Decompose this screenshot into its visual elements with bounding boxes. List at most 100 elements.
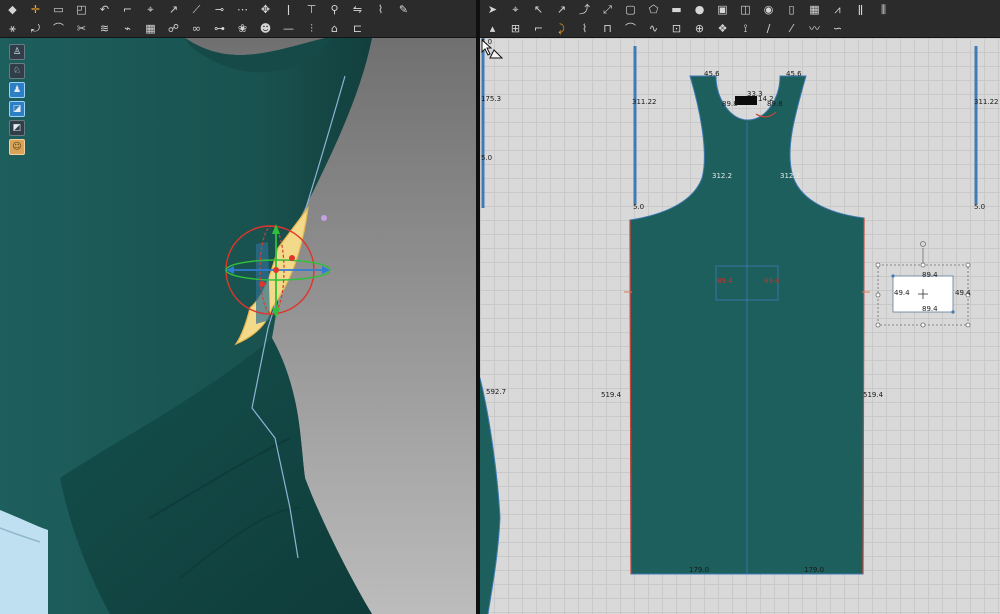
viewport-3d[interactable]: ♙ ♘ ♟ ◪ ◩ ☺ xyxy=(0,38,476,614)
measure-label: 89.4 xyxy=(922,305,938,313)
rectangle-icon[interactable]: ▢ xyxy=(622,2,639,17)
fold-icon[interactable]: ↶ xyxy=(96,2,113,17)
curve-line-icon[interactable]: 〰 xyxy=(806,21,823,36)
garment-icon[interactable]: ♙ xyxy=(9,44,25,60)
rotate-piece-icon[interactable]: ⤾ xyxy=(27,21,44,36)
tack-icon[interactable]: ⌐ xyxy=(119,2,136,17)
measure-label: 49.4 xyxy=(894,289,910,297)
measure-label: 5.0 xyxy=(633,203,645,211)
internal-circle-icon[interactable]: ◉ xyxy=(760,2,777,17)
select-mesh-icon[interactable]: ◰ xyxy=(73,2,90,17)
mirror-icon[interactable]: ⇋ xyxy=(349,2,366,17)
avatar-pose-icon[interactable]: ✥ xyxy=(257,2,274,17)
steam-icon[interactable]: ⌇ xyxy=(372,2,389,17)
button-icon[interactable]: ⚲ xyxy=(326,2,343,17)
measure-icon[interactable]: ⟋ xyxy=(188,2,205,17)
cut-icon[interactable]: ⤢ xyxy=(599,2,616,17)
arrange-icon[interactable]: ⌇ xyxy=(576,21,593,36)
free-sew-icon[interactable]: ∿ xyxy=(645,21,662,36)
hang-icon[interactable]: ⌒ xyxy=(50,21,67,36)
garment-3d-render[interactable] xyxy=(0,38,476,614)
bar-icon[interactable]: — xyxy=(280,21,297,36)
zigzag-icon[interactable]: ⩘ xyxy=(829,2,846,17)
measure-label: 311.22 xyxy=(632,98,657,106)
move-down-icon[interactable]: ◆ xyxy=(4,2,21,17)
ruler-icon[interactable]: ⊏ xyxy=(349,21,366,36)
pencil-icon[interactable]: ✎ xyxy=(395,2,412,17)
garment-outline-icon[interactable]: ♘ xyxy=(9,63,25,79)
walk-icon[interactable]: ⚹ xyxy=(4,21,21,36)
measure-label: 179.0 xyxy=(804,566,825,574)
toolbar-2d-window: ➤ ⌖ ↖ ↗ ⤴ ⤢ ▢ ⬠ ▬ ● ▣ ◫ ◉ ▯ ▦ ⩘ ǁ ⫼ ▴ ⊞ ⌐ ⤸ ⌇ ⊓ ⌒ ∿ ⊡ ⊕ ❖ ⟟ ∕ ⁄ 〰 ∽ xyxy=(480,0,1000,38)
flower-icon[interactable]: ❀ xyxy=(234,21,251,36)
measure-label: 519.4 xyxy=(601,391,622,399)
knot-icon[interactable]: ❖ xyxy=(714,21,731,36)
trace-icon[interactable]: ▴ xyxy=(484,21,501,36)
texture-icon[interactable]: ◪ xyxy=(9,101,25,117)
pleat-icon[interactable]: ⫼ xyxy=(875,2,892,17)
pin-icon[interactable]: ⌖ xyxy=(142,2,159,17)
curve-point-icon[interactable]: ↖ xyxy=(530,2,547,17)
drape-icon[interactable]: ≋ xyxy=(96,21,113,36)
diagonal-line-icon[interactable]: ∕ xyxy=(760,21,777,36)
edit-curvature-icon[interactable]: ↗ xyxy=(553,2,570,17)
measure-label: 175.3 xyxy=(481,95,502,103)
link-icon[interactable]: ⊶ xyxy=(211,21,228,36)
tack-on-avatar-icon[interactable]: ⊕ xyxy=(691,21,708,36)
toolbar-3d-row-1: ◆ ✛ ▭ ◰ ↶ ⌐ ⌖ ↗ ⟋ ⊸ ⋯ ✥ ǀ ⊤ ⚲ ⇋ ⌇ ✎ xyxy=(0,0,476,19)
select-box-icon[interactable]: ▭ xyxy=(50,2,67,17)
transform-cursor-icon xyxy=(481,38,504,59)
pattern-window-2d[interactable]: 5.0 175.3 5.0 592.7 311.22 5.0 45.6 45.6… xyxy=(480,38,1000,614)
sewing-icon[interactable]: ⋯ xyxy=(234,2,251,17)
fabric-view-icon[interactable]: ◩ xyxy=(9,120,25,136)
measure-label: 89.4 xyxy=(717,277,733,285)
measure-label: 5.0 xyxy=(481,154,493,162)
notch-icon[interactable]: ⌐ xyxy=(530,21,547,36)
style-line-icon[interactable]: ǀ xyxy=(280,2,297,17)
avatar-view-icon[interactable]: ♟ xyxy=(9,82,25,98)
trim-icon[interactable]: ⊤ xyxy=(303,2,320,17)
avatar-head-icon[interactable]: ☻ xyxy=(257,21,274,36)
add-point-icon[interactable]: ⤴ xyxy=(576,2,593,17)
pin-2d-icon[interactable]: ⟟ xyxy=(737,21,754,36)
sync-icon[interactable]: ⊓ xyxy=(599,21,616,36)
fabric-icon[interactable]: ▦ xyxy=(142,21,159,36)
image-icon[interactable]: ▣ xyxy=(714,2,731,17)
lines-icon[interactable]: ǁ xyxy=(852,2,869,17)
strap-icon[interactable]: ⊸ xyxy=(211,2,228,17)
glasses-icon[interactable]: ∞ xyxy=(188,21,205,36)
internal-rect-icon[interactable]: ◫ xyxy=(737,2,754,17)
grid-icon[interactable]: ▦ xyxy=(806,2,823,17)
edit-point-icon[interactable]: ⌖ xyxy=(507,2,524,17)
check-sew-icon[interactable]: ⊡ xyxy=(668,21,685,36)
fold-arrange-icon[interactable]: ⤸ xyxy=(553,21,570,36)
dart-icon[interactable]: ▯ xyxy=(783,2,800,17)
pattern-canvas[interactable] xyxy=(480,38,1000,614)
avatar-face-icon[interactable]: ☺ xyxy=(9,139,25,155)
seam-icon[interactable]: ↗ xyxy=(165,2,182,17)
diagonal-line-2-icon[interactable]: ⁄ xyxy=(783,21,800,36)
circle-icon[interactable]: ● xyxy=(691,2,708,17)
bag-icon[interactable]: ⌂ xyxy=(326,21,343,36)
toolbar-3d-row-2: ⚹ ⤾ ⌒ ✂ ≋ ⌁ ▦ ☍ ∞ ⊶ ❀ ☻ — ⫶ ⌂ ⊏ xyxy=(0,19,476,38)
brush-icon[interactable]: ⌁ xyxy=(119,21,136,36)
fill-rect-icon[interactable]: ▬ xyxy=(668,2,685,17)
toolbar-3d-window: ◆ ✛ ▭ ◰ ↶ ⌐ ⌖ ↗ ⟋ ⊸ ⋯ ✥ ǀ ⊤ ⚲ ⇋ ⌇ ✎ ⚹ ⤾ ⌒ ✂ ≋ ⌁ ▦ ☍ ∞ ⊶ ❀ ☻ — ⫶ ⌂ ⊏ xyxy=(0,0,476,38)
scissors-icon[interactable]: ✂ xyxy=(73,21,90,36)
segment-sew-icon[interactable]: ⌒ xyxy=(622,21,639,36)
sample-icon[interactable]: ☍ xyxy=(165,21,182,36)
measure-label: 45.6 xyxy=(704,70,720,78)
measure-label: 89.8 xyxy=(767,100,783,108)
zipper-icon[interactable]: ⫶ xyxy=(303,21,320,36)
measure-label: 519.4 xyxy=(863,391,884,399)
measure-label: 49.4 xyxy=(955,289,971,297)
select-piece-icon[interactable]: ➤ xyxy=(484,2,501,17)
measure-label: 312.2 xyxy=(780,172,801,180)
polygon-icon[interactable]: ⬠ xyxy=(645,2,662,17)
viewport-side-toolbar: ♙ ♘ ♟ ◪ ◩ ☺ xyxy=(9,44,25,155)
offset-icon[interactable]: ⊞ xyxy=(507,21,524,36)
wave-icon[interactable]: ∽ xyxy=(829,21,846,36)
transform-icon[interactable]: ✛ xyxy=(27,2,44,17)
pattern-piece-left-partial xyxy=(480,378,500,614)
clo3d-workspace: ◆ ✛ ▭ ◰ ↶ ⌐ ⌖ ↗ ⟋ ⊸ ⋯ ✥ ǀ ⊤ ⚲ ⇋ ⌇ ✎ ⚹ ⤾ ⌒ ✂ ≋ ⌁ ▦ ☍ ∞ ⊶ ❀ ☻ — ⫶ ⌂ ⊏ ➤ ⌖ ↖ ↗… xyxy=(0,0,1000,614)
